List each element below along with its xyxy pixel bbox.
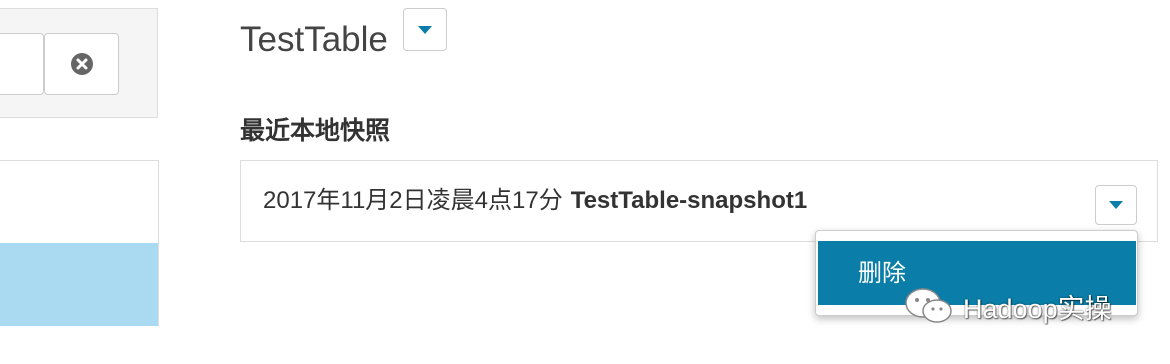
table-list-item-selected[interactable] bbox=[0, 243, 158, 326]
caret-down-icon bbox=[418, 25, 432, 34]
clear-circle-x-icon bbox=[70, 53, 93, 75]
search-input[interactable] bbox=[0, 33, 44, 95]
watermark-text: Hadoop实操 bbox=[963, 293, 1112, 324]
table-actions-dropdown-button[interactable] bbox=[403, 8, 447, 51]
snapshot-text: 2017年11月2日凌晨4点17分 TestTable-snapshot1 bbox=[263, 185, 807, 217]
snapshot-name: TestTable-snapshot1 bbox=[570, 187, 808, 214]
wechat-icon bbox=[905, 288, 952, 323]
clear-search-button[interactable] bbox=[44, 33, 119, 95]
table-list bbox=[0, 160, 159, 326]
page-title: TestTable bbox=[240, 20, 388, 59]
caret-down-icon bbox=[1109, 201, 1123, 209]
app-screen: TestTable 最近本地快照 2017年11月2日凌晨4点17分 TestTa… bbox=[0, 0, 1170, 364]
watermark: Hadoop实操 bbox=[903, 286, 1112, 326]
recent-local-snapshots-label: 最近本地快照 bbox=[240, 116, 391, 145]
snapshot-date: 2017年11月2日凌晨4点17分 bbox=[263, 187, 563, 214]
left-search-panel bbox=[0, 8, 158, 118]
snapshot-actions-dropdown-button[interactable] bbox=[1095, 185, 1137, 225]
